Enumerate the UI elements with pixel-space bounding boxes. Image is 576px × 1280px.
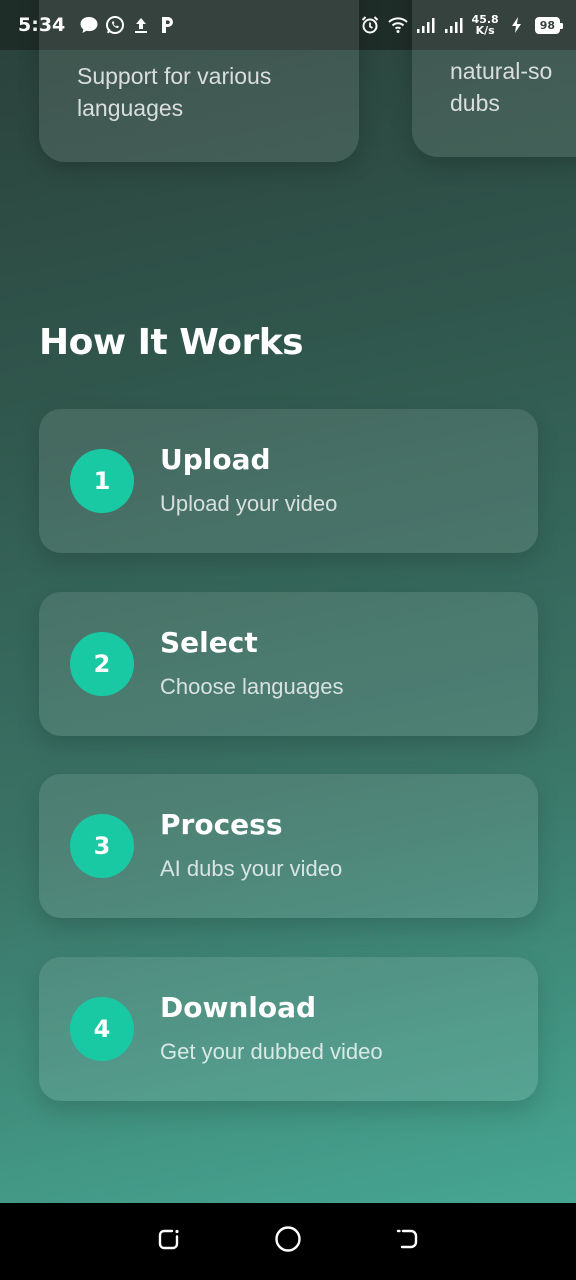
feature-card-natural-dubs: natural-so dubs	[412, 0, 576, 157]
step-number-badge: 1	[70, 449, 134, 513]
navigation-bar	[0, 1203, 576, 1280]
step-card-select: 2 Select Choose languages	[39, 591, 538, 736]
recent-apps-button[interactable]	[149, 1222, 189, 1262]
step-title: Process	[160, 808, 283, 841]
home-button[interactable]	[268, 1222, 308, 1262]
step-number-badge: 4	[70, 996, 134, 1061]
alarm-icon	[360, 15, 380, 35]
step-title: Download	[160, 990, 317, 1024]
recent-apps-icon	[156, 1226, 182, 1257]
step-card-upload: 1 Upload Upload your video	[39, 409, 538, 553]
feature-card-languages: Support for various languages	[39, 0, 359, 162]
app-screen: 5:34 45.8 K/s 98 Support for various lan…	[0, 0, 576, 1203]
feature-card-text: Support for various languages	[77, 63, 272, 121]
wifi-icon	[387, 15, 408, 35]
step-description: Choose languages	[160, 673, 344, 699]
steps-list: 1 Upload Upload your video 2 Select Choo…	[39, 409, 538, 1139]
back-button[interactable]	[387, 1222, 427, 1262]
step-title: Upload	[160, 443, 271, 476]
step-card-process: 3 Process AI dubs your video	[39, 774, 538, 918]
step-description: AI dubs your video	[160, 856, 343, 881]
step-number-badge: 2	[70, 631, 134, 696]
step-title: Select	[160, 625, 258, 659]
step-number-badge: 3	[70, 814, 134, 878]
step-description: Get your dubbed video	[160, 1038, 383, 1064]
feature-card-text: natural-so dubs	[450, 58, 553, 116]
step-card-download: 4 Download Get your dubbed video	[39, 956, 538, 1101]
back-icon	[394, 1226, 420, 1257]
how-it-works-title: How It Works	[39, 322, 304, 363]
home-icon	[274, 1225, 302, 1258]
step-description: Upload your video	[160, 491, 338, 516]
